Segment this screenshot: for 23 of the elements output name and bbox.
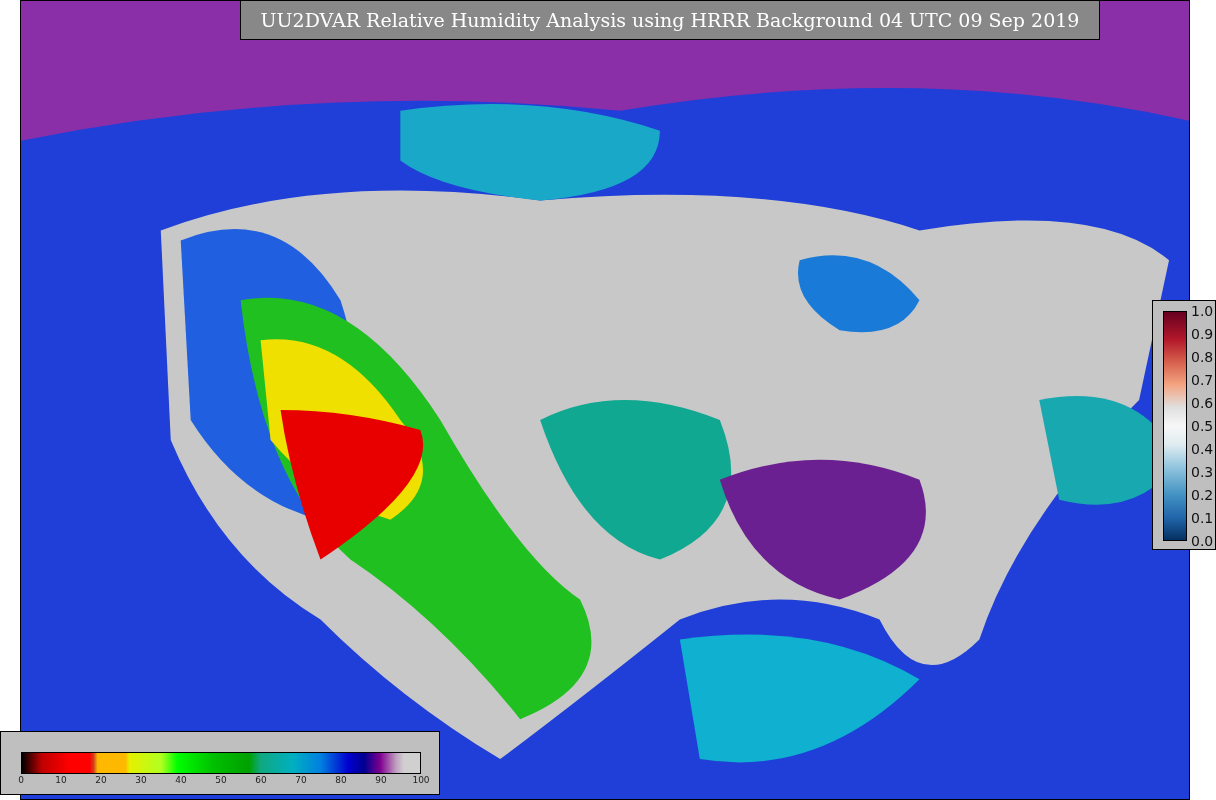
- colorbar-tick-label: 0: [18, 776, 24, 785]
- colorbar-tick-label: 0.2: [1191, 488, 1214, 502]
- colorbar-tick-label: 0.6: [1191, 396, 1214, 410]
- colorbar-tick-label: 0.8: [1191, 350, 1214, 364]
- colorbar-tick-label: 80: [335, 776, 347, 785]
- colorbar-tick-label: 40: [175, 776, 187, 785]
- colorbar-tick-label: 0.4: [1191, 442, 1214, 456]
- colorbar-tick-label: 0.7: [1191, 373, 1214, 387]
- colorbar-tick-label: 50: [215, 776, 227, 785]
- colorbar-tick-label: 60: [255, 776, 267, 785]
- colorbar-tick-label: 100: [412, 776, 430, 785]
- colorbar-tick-label: 0.0: [1191, 534, 1214, 548]
- map-title: UU2DVAR Relative Humidity Analysis using HRRR Background 04 UTC 09 Sep 2019: [240, 0, 1100, 40]
- colorbar-tick-label: 70: [295, 776, 307, 785]
- colorbar-tick-label: 0.1: [1191, 511, 1214, 525]
- colorbar-tick-label: 0.3: [1191, 465, 1214, 479]
- colorbar-tick-label: 0.9: [1191, 327, 1214, 341]
- colorbar-tick-label: 0.5: [1191, 419, 1214, 433]
- colorbar-tick-label: 10: [55, 776, 67, 785]
- colorbar-tick-label: 20: [95, 776, 107, 785]
- colorbar-tick-label: 30: [135, 776, 147, 785]
- colorbar-tick-label: 1.0: [1191, 304, 1214, 318]
- colorbar-tick-label: 90: [375, 776, 387, 785]
